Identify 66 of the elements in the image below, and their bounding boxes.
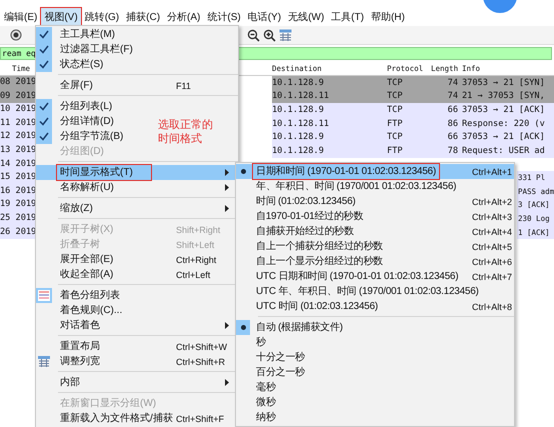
menu-item[interactable]: 秒 (236, 335, 514, 350)
packet-row[interactable]: 10.1.128.9 FTP 78 Request: USER ad (272, 144, 554, 158)
radio-dot-icon (240, 325, 246, 330)
record-icon[interactable] (10, 29, 22, 41)
packet-row[interactable]: 10.1.128.11 FTP 86 Response: 220 (v (272, 116, 554, 130)
menu-item[interactable]: 日期和时间 (1970-01-01 01:02:03.123456) Ctrl+Alt+1 (236, 164, 514, 179)
menu-item[interactable]: 内部 (36, 375, 238, 390)
menu-bar-item[interactable]: 无线(W) (285, 8, 328, 26)
menu-item[interactable]: UTC 日期和时间 (1970-01-01 01:02:03.123456) Ctrl+Alt+7 (236, 269, 514, 284)
radio-dot-icon (240, 169, 246, 174)
menu-item[interactable]: 自1970-01-01经过的秒数 Ctrl+Alt+3 (236, 209, 514, 224)
menu-item[interactable]: 毫秒 (236, 380, 514, 395)
submenu-arrow-icon (225, 379, 229, 386)
menu-item[interactable]: 重置布局 Ctrl+Shift+W (36, 339, 238, 354)
zoom-in-icon[interactable] (263, 28, 276, 42)
menu-item[interactable]: 分组详情(D) (36, 114, 156, 129)
menu-bar-item[interactable]: 统计(S) (204, 8, 244, 26)
submenu-arrow-icon (225, 322, 229, 329)
menu-item[interactable]: 着色分组列表 (36, 288, 156, 303)
packet-row[interactable]: 10.1.128.11 TCP 74 21 → 37053 [SYN, (272, 90, 554, 104)
menu-item[interactable]: 缩放(Z) (36, 201, 238, 216)
menu-item[interactable]: 时间 (01:02:03.123456) Ctrl+Alt+2 (236, 194, 514, 209)
packet-row[interactable]: 10.1.128.9 TCP 66 37053 → 21 [ACK] (272, 103, 554, 117)
menu-item[interactable]: 自动 (根据捕获文件) (236, 320, 514, 335)
submenu-arrow-icon (225, 169, 229, 176)
menu-bar-item[interactable]: 捕获(C) (123, 8, 164, 26)
resize-columns-icon[interactable] (279, 29, 292, 41)
menu-bar-item[interactable]: 编辑(E) (1, 8, 40, 26)
menu-item[interactable]: UTC 年、年积日、时间 (1970/001 01:02:03.123456) (236, 284, 514, 299)
menu-bar-item[interactable]: 工具(T) (328, 8, 367, 26)
zoom-out-icon[interactable] (247, 28, 260, 42)
menu-item[interactable]: 微秒 (236, 395, 514, 410)
menu-item[interactable]: 自上一个捕获分组经过的秒数 Ctrl+Alt+5 (236, 239, 514, 254)
menu-item[interactable]: UTC 时间 (01:02:03.123456) Ctrl+Alt+8 (236, 299, 514, 314)
menu-item[interactable]: 主工具栏(M) (36, 27, 156, 42)
resize-columns-icon (38, 356, 50, 367)
menu-item[interactable]: 分组字节流(B) (36, 129, 156, 144)
annotation-text: 选取正常的 (158, 118, 213, 132)
menu-item[interactable]: 全屏(F) F11 (36, 78, 238, 93)
menu-item[interactable]: 年、年积日、时间 (1970/001 01:02:03.123456) (236, 179, 514, 194)
menu-item[interactable]: 调整列宽 Ctrl+Shift+R (36, 354, 238, 369)
menu-bar-item[interactable]: 跳转(G) (82, 8, 122, 26)
menu-item[interactable]: 展开全部(E) Ctrl+Right (36, 252, 238, 267)
menu-item[interactable]: 纳秒 (236, 410, 514, 425)
menu-item[interactable]: 状态栏(S) (36, 57, 156, 72)
menu-item[interactable]: 名称解析(U) (36, 180, 238, 195)
menu-item[interactable]: 分组列表(L) (36, 99, 156, 114)
menu-item[interactable]: 十分之一秒 (236, 350, 514, 365)
menu-bar-item[interactable]: 视图(V) (41, 8, 81, 26)
annotation-text: 时间格式 (158, 132, 202, 146)
submenu-arrow-icon (225, 205, 229, 212)
packet-row[interactable]: 10.1.128.9 TCP 74 37053 → 21 [SYN] (272, 76, 554, 90)
menu-item[interactable]: 自捕获开始经过的秒数 Ctrl+Alt+4 (236, 224, 514, 239)
submenu-arrow-icon (224, 184, 229, 191)
menu-bar-item[interactable]: 帮助(H) (368, 8, 408, 26)
round-badge (482, 0, 518, 14)
menu-item[interactable]: 对话着色 (36, 318, 238, 333)
menu-item[interactable]: 时间显示格式(T) (36, 165, 238, 180)
menu-bar-item[interactable]: 电话(Y) (244, 8, 284, 26)
packet-row[interactable]: 10.1.128.9 TCP 66 37053 → 21 [ACK] (272, 130, 554, 144)
menu-item[interactable]: 收起全部(A) Ctrl+Left (36, 267, 238, 282)
menu-item[interactable]: 着色规则(C)... (36, 303, 156, 318)
menu-item[interactable]: 百分之一秒 (236, 365, 514, 380)
menu-bar-item[interactable]: 分析(A) (164, 8, 204, 26)
menu-item[interactable]: 重新载入为文件格式/捕获 Ctrl+Shift+F (36, 411, 238, 426)
menu-item[interactable]: 自上一个显示分组经过的秒数 Ctrl+Alt+6 (236, 254, 514, 269)
